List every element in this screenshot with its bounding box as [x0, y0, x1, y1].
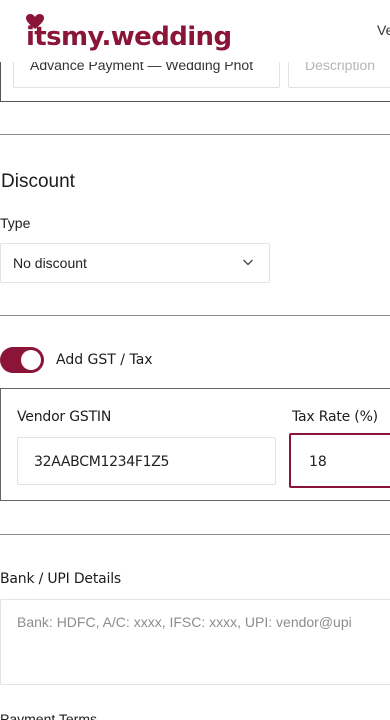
- app-header: itsmy.wedding Ve: [0, 0, 390, 62]
- vendor-gstin-value: 32AABCM1234F1Z5: [34, 454, 170, 470]
- bank-details-placeholder: Bank: HDFC, A/C: xxxx, IFSC: xxxx, UPI: …: [17, 614, 352, 630]
- section-divider: [0, 134, 390, 135]
- toggle-knob: [21, 350, 41, 370]
- logo-text: itsmy.wedding: [26, 22, 232, 52]
- discount-type-label: Type: [0, 215, 31, 231]
- brand-logo[interactable]: itsmy.wedding: [26, 14, 232, 54]
- discount-section-title: Discount: [1, 171, 75, 192]
- gst-toggle-label: Add GST / Tax: [56, 352, 153, 368]
- heart-icon: [26, 14, 44, 29]
- tax-rate-input[interactable]: [289, 433, 390, 488]
- tax-rate-value: 18: [309, 454, 327, 470]
- payment-terms-label: Payment Terms: [0, 711, 97, 720]
- tax-rate-label: Tax Rate (%): [292, 409, 378, 425]
- discount-type-value: No discount: [13, 255, 87, 271]
- nav-link-vendors[interactable]: Ve: [377, 22, 390, 38]
- chevron-down-icon: [243, 259, 253, 266]
- gst-toggle[interactable]: [0, 347, 44, 373]
- section-divider: [0, 534, 390, 535]
- vendor-gstin-label: Vendor GSTIN: [17, 409, 112, 425]
- bank-details-textarea[interactable]: [0, 599, 390, 685]
- bank-details-label: Bank / UPI Details: [0, 571, 121, 587]
- section-divider: [0, 315, 390, 316]
